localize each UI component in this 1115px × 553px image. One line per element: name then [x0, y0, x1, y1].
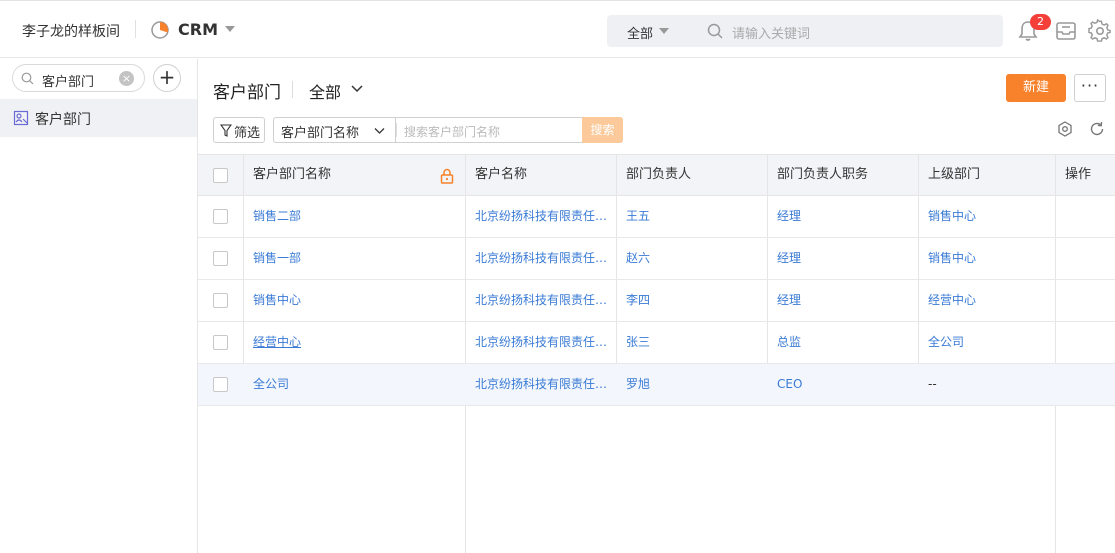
chevron-down-icon [374, 128, 385, 134]
row-actions[interactable] [1055, 196, 1115, 237]
chevron-down-icon[interactable] [350, 84, 364, 94]
column-header[interactable]: 上级部门 [918, 155, 1055, 196]
column-header: 操作 [1065, 167, 1092, 182]
row-checkbox[interactable] [213, 209, 228, 224]
department-name-link[interactable]: 经营中心 [243, 322, 465, 363]
table-row[interactable]: 经营中心 北京纷扬科技有限责任公司 张三 总监 全公司 [198, 322, 1115, 364]
search-field-label: 客户部门名称 [281, 126, 360, 141]
owner-title-link[interactable]: CEO [767, 364, 918, 405]
new-button[interactable]: 新建 [1006, 74, 1066, 102]
row-checkbox[interactable] [213, 335, 228, 350]
row-checkbox[interactable] [213, 293, 228, 308]
row-actions[interactable] [1055, 322, 1115, 363]
customer-name-link[interactable]: 北京纷扬科技有限责任公司 [465, 238, 616, 279]
owner-title-link[interactable]: 经理 [767, 196, 918, 237]
owner-title-link[interactable]: 经理 [767, 238, 918, 279]
divider [396, 123, 397, 137]
table-row[interactable]: 销售二部 北京纷扬科技有限责任公司 王五 经理 销售中心 [198, 196, 1115, 238]
parent-department-link[interactable]: 经营中心 [918, 280, 1055, 321]
parent-department-value: -- [928, 377, 937, 391]
owner-link[interactable]: 罗旭 [616, 364, 767, 405]
sidebar-search-input[interactable]: 客户部门 × [12, 64, 145, 92]
column-header[interactable]: 部门负责人 [616, 155, 767, 196]
row-checkbox[interactable] [213, 377, 228, 392]
add-button[interactable]: + [153, 64, 181, 92]
table-header: 客户部门名称 客户名称 部门负责人 部门负责人职务 上级部门 操作 [198, 154, 1115, 196]
search-field-select[interactable]: 客户部门名称 [273, 117, 395, 143]
divider [292, 81, 293, 98]
row-actions[interactable] [1055, 364, 1115, 405]
customer-name-link[interactable]: 北京纷扬科技有限责任公司 [465, 322, 616, 363]
chevron-down-icon[interactable] [225, 26, 235, 32]
sidebar-item-label: 客户部门 [35, 112, 91, 128]
gear-icon[interactable] [1088, 19, 1112, 43]
customer-name-link[interactable]: 北京纷扬科技有限责任公司 [465, 364, 616, 405]
search-icon [21, 72, 34, 85]
customer-name-link[interactable]: 北京纷扬科技有限责任公司 [465, 196, 616, 237]
search-button[interactable]: 搜索 [582, 117, 623, 143]
row-actions[interactable] [1055, 238, 1115, 279]
data-table: 客户部门名称 客户名称 部门负责人 部门负责人职务 上级部门 操作 销售二部 北… [198, 154, 1115, 553]
search-icon [707, 23, 723, 39]
filter-icon [220, 124, 232, 137]
table-row[interactable]: 销售一部 北京纷扬科技有限责任公司 赵六 经理 销售中心 [198, 238, 1115, 280]
more-button[interactable]: ··· [1074, 74, 1106, 102]
workspace-name[interactable]: 李子龙的样板间 [22, 21, 120, 41]
owner-title-link[interactable]: 经理 [767, 280, 918, 321]
owner-link[interactable]: 赵六 [616, 238, 767, 279]
sidebar-item-customer-department[interactable]: 客户部门 [0, 99, 197, 137]
view-selector[interactable]: 全部 [309, 79, 341, 103]
search-scope-select[interactable]: 全部 [627, 23, 653, 42]
refresh-icon[interactable] [1089, 121, 1105, 137]
row-actions[interactable] [1055, 280, 1115, 321]
owner-link[interactable]: 张三 [616, 322, 767, 363]
column-header[interactable]: 客户部门名称 [243, 155, 465, 196]
parent-department-link[interactable]: 销售中心 [918, 238, 1055, 279]
notification-badge: 2 [1030, 14, 1051, 30]
org-structure-icon [13, 110, 29, 126]
divider [135, 20, 136, 38]
clear-icon[interactable]: × [119, 71, 134, 86]
top-header: 李子龙的样板间 CRM 全部 请输入关键词 2 [0, 0, 1115, 58]
department-name-link[interactable]: 销售一部 [243, 238, 465, 279]
crm-pie-icon [151, 21, 169, 39]
select-all-checkbox[interactable] [213, 168, 228, 183]
column-header[interactable]: 客户名称 [465, 155, 616, 196]
chevron-down-icon[interactable] [659, 28, 669, 34]
column-header[interactable]: 部门负责人职务 [767, 155, 918, 196]
owner-link[interactable]: 王五 [616, 196, 767, 237]
filter-button[interactable]: 筛选 [213, 117, 265, 143]
inbox-icon[interactable] [1054, 19, 1078, 43]
department-name-link[interactable]: 全公司 [243, 364, 465, 405]
table-row[interactable]: 全公司 北京纷扬科技有限责任公司 罗旭 CEO -- [198, 364, 1115, 406]
table-row[interactable]: 销售中心 北京纷扬科技有限责任公司 李四 经理 经营中心 [198, 280, 1115, 322]
lock-icon [440, 168, 454, 184]
parent-department-link[interactable]: 销售中心 [918, 196, 1055, 237]
filter-label: 筛选 [234, 126, 261, 141]
global-search-input[interactable]: 请输入关键词 [732, 23, 810, 42]
sidebar-search-value[interactable]: 客户部门 [42, 71, 94, 90]
table-search-placeholder: 搜索客户部门名称 [404, 125, 501, 139]
row-checkbox[interactable] [213, 251, 228, 266]
department-name-link[interactable]: 销售二部 [243, 196, 465, 237]
department-name-link[interactable]: 销售中心 [243, 280, 465, 321]
app-switcher[interactable]: CRM [178, 20, 218, 39]
sidebar: 客户部门 × + 客户部门 [0, 59, 198, 553]
parent-department-link[interactable]: 全公司 [918, 322, 1055, 363]
page-title: 客户部门 [213, 83, 281, 103]
column-settings-icon[interactable] [1057, 121, 1073, 137]
table-search-input[interactable]: 搜索客户部门名称 [395, 117, 583, 143]
owner-link[interactable]: 李四 [616, 280, 767, 321]
global-search[interactable]: 全部 请输入关键词 [607, 15, 1003, 47]
customer-name-link[interactable]: 北京纷扬科技有限责任公司 [465, 280, 616, 321]
owner-title-link[interactable]: 总监 [767, 322, 918, 363]
